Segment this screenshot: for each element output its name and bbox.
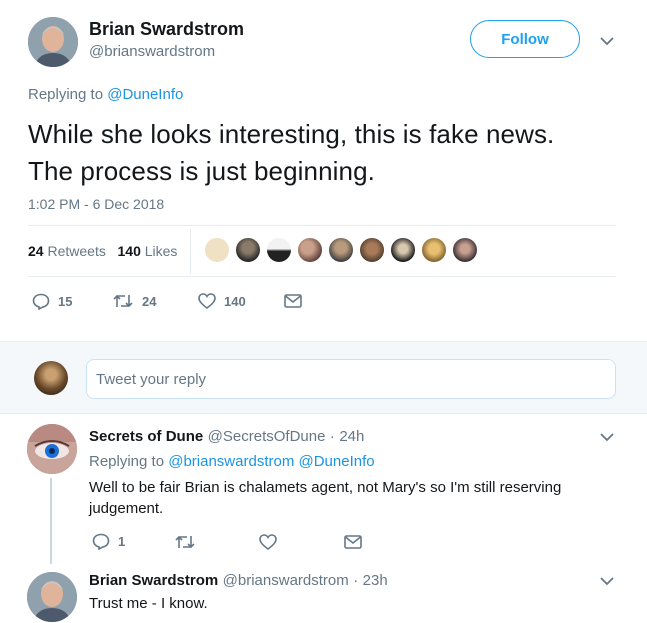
reply-input[interactable]: Tweet your reply bbox=[86, 359, 616, 399]
reply-text-line: judgement. bbox=[89, 500, 164, 517]
divider bbox=[28, 276, 616, 277]
like-count: 140 bbox=[224, 293, 246, 309]
reply-header: Secrets of Dune @SecretsOfDune · 24h bbox=[89, 428, 364, 446]
liker-avatar[interactable] bbox=[235, 237, 261, 263]
meta-separator: · bbox=[353, 572, 359, 589]
replying-to: Replying to @DuneInfo bbox=[28, 86, 183, 103]
reply-text: Trust me - I know. bbox=[89, 595, 208, 612]
retweet-action[interactable]: 24 bbox=[112, 293, 156, 309]
liker-avatar[interactable] bbox=[204, 237, 230, 263]
retweet-action[interactable] bbox=[174, 534, 204, 550]
liker-avatar[interactable] bbox=[297, 237, 323, 263]
reply-count: 1 bbox=[118, 534, 126, 549]
retweet-icon bbox=[175, 535, 195, 549]
replying-prefix: Replying to bbox=[28, 86, 104, 103]
chevron-down-icon[interactable] bbox=[600, 432, 614, 442]
reply-replying-to: Replying to @brianswardstrom @DuneInfo bbox=[89, 453, 375, 470]
author-name[interactable]: Brian Swardstrom bbox=[89, 19, 244, 40]
reply-author-handle[interactable]: @brianswardstrom bbox=[223, 572, 349, 589]
chevron-down-icon[interactable] bbox=[600, 576, 614, 586]
reply-text: Well to be fair Brian is chalamets agent… bbox=[89, 477, 561, 519]
tweet-text: While she looks interesting, this is fak… bbox=[28, 116, 554, 190]
dm-envelope-icon bbox=[344, 535, 362, 549]
author-handle[interactable]: @brianswardstrom bbox=[89, 43, 215, 60]
liker-avatar[interactable] bbox=[328, 237, 354, 263]
reply-avatar[interactable] bbox=[27, 572, 77, 622]
reply-author-handle[interactable]: @SecretsOfDune bbox=[208, 428, 326, 445]
liker-avatar[interactable] bbox=[421, 237, 447, 263]
stats-separator bbox=[190, 229, 191, 274]
divider bbox=[28, 225, 616, 226]
meta-separator: · bbox=[329, 428, 335, 445]
retweets-stat[interactable]: 24 Retweets bbox=[28, 243, 106, 259]
dm-envelope-icon bbox=[284, 294, 302, 308]
heart-icon bbox=[259, 534, 277, 550]
reply-avatar[interactable] bbox=[27, 424, 77, 474]
tweet-timestamp[interactable]: 1:02 PM - 6 Dec 2018 bbox=[28, 196, 164, 212]
liker-avatar[interactable] bbox=[390, 237, 416, 263]
liker-avatar[interactable] bbox=[359, 237, 385, 263]
reply-author-name[interactable]: Brian Swardstrom bbox=[89, 572, 218, 589]
reply-icon bbox=[32, 293, 50, 310]
reply-count: 15 bbox=[58, 294, 73, 309]
reply-header: Brian Swardstrom @brianswardstrom · 23h bbox=[89, 572, 388, 590]
tweet-text-line: While she looks interesting, this is fak… bbox=[28, 119, 555, 149]
dm-action[interactable] bbox=[284, 294, 310, 308]
reply-composer: Tweet your reply bbox=[0, 341, 647, 414]
tweet-stats: 24 Retweets 140 Likes bbox=[28, 243, 177, 259]
like-action[interactable]: 140 bbox=[198, 293, 246, 309]
reply-text-line: Well to be fair Brian is chalamets agent… bbox=[89, 479, 562, 496]
liker-avatar[interactable] bbox=[266, 237, 292, 263]
reply-time[interactable]: 24h bbox=[339, 428, 364, 445]
author-avatar[interactable] bbox=[28, 17, 78, 67]
heart-icon bbox=[198, 293, 216, 309]
liker-avatar[interactable] bbox=[452, 237, 478, 263]
reply-icon bbox=[92, 533, 110, 550]
replying-to-link[interactable]: @DuneInfo bbox=[107, 86, 183, 103]
dm-action[interactable] bbox=[344, 535, 370, 549]
reply-author-name[interactable]: Secrets of Dune bbox=[89, 428, 203, 445]
like-action[interactable] bbox=[259, 534, 285, 550]
follow-button[interactable]: Follow bbox=[470, 20, 580, 58]
chevron-down-icon[interactable] bbox=[600, 36, 614, 46]
likers-avatars bbox=[204, 237, 483, 263]
replying-prefix: Replying to bbox=[89, 453, 165, 470]
retweet-count: 24 bbox=[142, 293, 157, 309]
thread-line bbox=[50, 478, 52, 564]
reply-action[interactable]: 15 bbox=[32, 293, 72, 310]
reply-time[interactable]: 23h bbox=[363, 572, 388, 589]
likes-stat[interactable]: 140 Likes bbox=[118, 243, 178, 259]
replying-to-link[interactable]: @DuneInfo bbox=[298, 453, 374, 470]
tweet-text-line: The process is just beginning. bbox=[28, 156, 375, 186]
replying-to-link[interactable]: @brianswardstrom bbox=[168, 453, 294, 470]
retweet-icon bbox=[113, 294, 133, 308]
reply-action[interactable]: 1 bbox=[92, 533, 125, 550]
current-user-avatar[interactable] bbox=[34, 361, 68, 395]
